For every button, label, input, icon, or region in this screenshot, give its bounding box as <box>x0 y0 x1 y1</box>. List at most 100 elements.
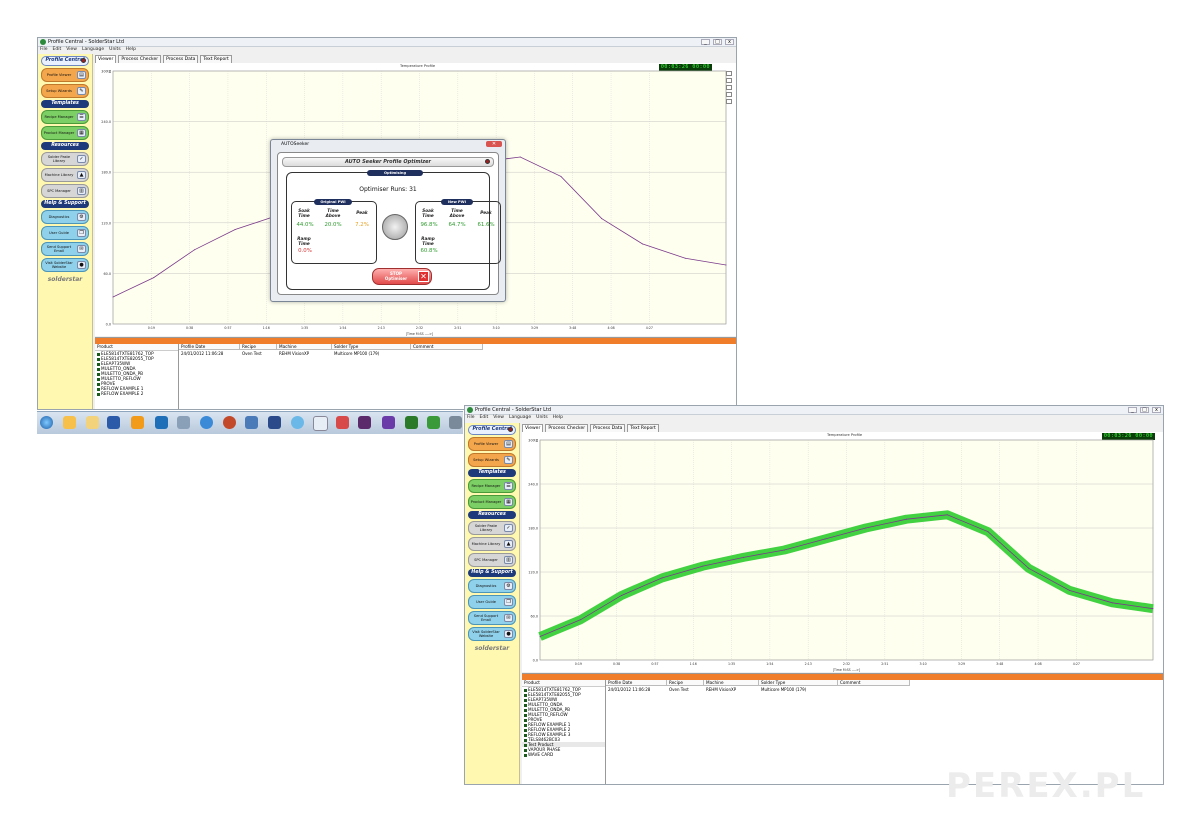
product-list[interactable]: Product ELE5814TXTE81762_TOP ELE5814TXTE… <box>95 344 179 409</box>
user-guide-button[interactable]: User Guide ❐ <box>468 595 516 609</box>
sphere-icon[interactable] <box>291 416 304 429</box>
document-icon[interactable] <box>313 416 328 431</box>
user-guide-button[interactable]: User Guide ❐ <box>41 226 89 240</box>
photoshop-icon[interactable] <box>155 416 168 429</box>
menu-units[interactable]: Units <box>536 414 548 421</box>
dialog-close-button[interactable]: ✕ <box>486 141 502 147</box>
bottom-app-window: Profile Central - SolderStar Ltd _ □ x F… <box>464 405 1164 785</box>
send-support-email-button[interactable]: Send Support Email ✉ <box>41 242 89 256</box>
column-header: Comment <box>838 680 910 686</box>
zoom-out-icon[interactable] <box>726 78 732 83</box>
zoom-in-icon[interactable] <box>726 71 732 76</box>
spc-manager-button[interactable]: SPC Manager ▥ <box>41 184 89 198</box>
table-cell[interactable]: 24/01/2012 11:06:28 <box>606 687 650 692</box>
visit-website-button[interactable]: Visit SolderStar Website ● <box>468 627 516 641</box>
word-icon[interactable] <box>107 416 120 429</box>
table-cell[interactable]: Oven Test <box>667 687 689 692</box>
machine-library-button[interactable]: Machine Library ▲ <box>468 537 516 551</box>
data-point <box>193 249 195 251</box>
cursor-icon[interactable] <box>726 92 732 97</box>
tab-text-report[interactable]: Text Report <box>627 424 659 432</box>
browser-icon[interactable] <box>63 416 76 429</box>
product-manager-button[interactable]: Product Manager ▦ <box>41 126 89 140</box>
menu-file[interactable]: File <box>467 414 475 421</box>
app-icon[interactable] <box>223 416 236 429</box>
pan-icon[interactable] <box>726 85 732 90</box>
settings-icon[interactable] <box>726 99 732 104</box>
check-app-icon[interactable] <box>405 416 418 429</box>
profile-central-header: Profile Central <box>468 425 516 435</box>
diagnostics-button[interactable]: Diagnostics ⚙ <box>468 579 516 593</box>
table-cell[interactable]: Multicore MP100 (179) <box>332 351 379 356</box>
profile-viewer-button[interactable]: Profile Viewer ▤ <box>41 68 89 82</box>
tab-process-data[interactable]: Process Data <box>590 424 626 432</box>
data-point <box>783 549 785 551</box>
product-manager-button[interactable]: Product Manager ▦ <box>468 495 516 509</box>
close-button[interactable]: x <box>1152 407 1161 413</box>
solder-paste-library-button[interactable]: Solder Paste Library ✓ <box>41 152 89 166</box>
monitor-icon[interactable] <box>449 416 462 429</box>
media-icon[interactable] <box>268 416 281 429</box>
illustrator-icon[interactable] <box>131 416 144 429</box>
machine-library-button[interactable]: Machine Library ▲ <box>41 168 89 182</box>
x-tick-label: 2:13 <box>805 662 812 666</box>
product-list[interactable]: Product ELE5814TXTE81762_TOP ELE5814TXTE… <box>522 680 606 784</box>
menu-help[interactable]: Help <box>553 414 563 421</box>
tab-process-checker[interactable]: Process Checker <box>118 55 162 63</box>
menu-view[interactable]: View <box>493 414 504 421</box>
visit-website-button[interactable]: Visit SolderStar Website ● <box>41 258 89 272</box>
machine-icon: ▲ <box>504 540 513 548</box>
menu-language[interactable]: Language <box>509 414 531 421</box>
table-cell[interactable]: REHM VisionXP <box>704 687 736 692</box>
menu-view[interactable]: View <box>66 46 77 53</box>
board-icon: ▦ <box>77 129 86 137</box>
send-support-email-button[interactable]: Send Support Email ✉ <box>468 611 516 625</box>
table-cell[interactable]: 24/01/2012 11:06:28 <box>179 351 223 356</box>
recipe-manager-button[interactable]: Recipe Manager ☰ <box>468 479 516 493</box>
paint-icon[interactable] <box>336 416 349 429</box>
table-cell[interactable]: Multicore MP100 (179) <box>759 687 806 692</box>
x-tick-label: 0:38 <box>186 326 193 330</box>
minimize-button[interactable]: _ <box>1128 407 1137 413</box>
diagnostics-button[interactable]: Diagnostics ⚙ <box>41 210 89 224</box>
minimize-button[interactable]: _ <box>701 39 710 45</box>
dialog-title: AUTOSeeker <box>281 142 310 147</box>
explorer-icon[interactable] <box>86 416 99 429</box>
data-point <box>580 619 582 621</box>
link-icon[interactable] <box>245 416 258 429</box>
close-button[interactable]: x <box>725 39 734 45</box>
menu-help[interactable]: Help <box>126 46 136 53</box>
setup-wizards-button[interactable]: Setup Wizards ✎ <box>468 453 516 467</box>
list-item[interactable]: REFLOW EXAMPLE 2 <box>95 391 178 396</box>
menu-edit[interactable]: Edit <box>53 46 62 53</box>
spreadsheet-icon[interactable] <box>427 416 440 429</box>
tab-viewer[interactable]: Viewer <box>95 55 117 63</box>
tool-icon[interactable] <box>177 416 190 429</box>
tab-process-checker[interactable]: Process Checker <box>545 424 589 432</box>
table-cell[interactable]: Oven Test <box>240 351 262 356</box>
maximize-button[interactable]: □ <box>1140 407 1149 413</box>
solder-paste-library-button[interactable]: Solder Paste Library ✓ <box>468 521 516 535</box>
tab-process-data[interactable]: Process Data <box>163 55 199 63</box>
maximize-button[interactable]: □ <box>713 39 722 45</box>
tab-viewer[interactable]: Viewer <box>522 424 544 432</box>
start-icon[interactable] <box>40 416 53 429</box>
square-app-icon[interactable] <box>358 416 371 429</box>
setup-wizards-button[interactable]: Setup Wizards ✎ <box>41 84 89 98</box>
visual-studio-icon[interactable] <box>382 416 395 429</box>
stop-optimiser-button[interactable]: STOP Optimiser ✕ <box>372 268 432 285</box>
chrome-icon[interactable] <box>200 416 213 429</box>
data-point <box>743 556 745 558</box>
profile-viewer-button[interactable]: Profile Viewer ▤ <box>468 437 516 451</box>
menu-language[interactable]: Language <box>82 46 104 53</box>
table-cell[interactable]: REHM VisionXP <box>277 351 309 356</box>
y-tick-label: 180.0 <box>101 171 111 175</box>
menu-file[interactable]: File <box>40 46 48 53</box>
menu-edit[interactable]: Edit <box>480 414 489 421</box>
menu-units[interactable]: Units <box>109 46 121 53</box>
recipe-manager-button[interactable]: Recipe Manager ☰ <box>41 110 89 124</box>
tab-text-report[interactable]: Text Report <box>200 55 232 63</box>
spc-manager-button[interactable]: SPC Manager ▥ <box>468 553 516 567</box>
list-item[interactable]: WAVE CARD <box>522 752 605 757</box>
ramp-time-label: Ramp Time <box>421 236 435 246</box>
